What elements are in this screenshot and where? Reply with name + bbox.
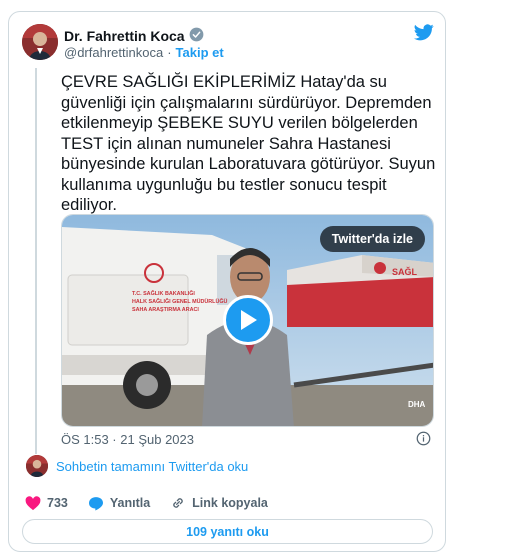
video-media[interactable]: T.C. SAĞLIK BAKANLIĞI HALK SAĞLIĞI GENEL… [61,214,434,427]
thread-line [35,68,37,454]
heart-icon [25,495,41,510]
twitter-bird-icon[interactable] [414,24,434,46]
play-icon [241,310,257,330]
conversation-row[interactable]: Sohbetin tamamını Twitter'da oku [26,455,248,477]
author-name-row: Dr. Fahrettin Koca [64,27,204,45]
conversation-avatar [26,455,48,477]
author-handle[interactable]: @drfahrettinkoca [64,45,163,60]
like-button[interactable]: 733 [25,495,68,511]
reply-icon [88,496,103,510]
reply-label: Yanıtla [109,496,151,510]
author-handle-row: @drfahrettinkoca · Takip et [64,45,224,60]
tweet-card: Dr. Fahrettin Koca @drfahrettinkoca · Ta… [8,11,446,552]
follow-button[interactable]: Takip et [176,45,224,60]
read-conversation-link[interactable]: Sohbetin tamamını Twitter'da oku [56,459,248,474]
like-count: 733 [47,496,68,510]
van-text-line-2: HALK SAĞLIĞI GENEL MÜDÜRLÜĞÜ [132,297,228,305]
read-replies-button[interactable]: 109 yanıtı oku [22,519,433,544]
van-text-line-3: SAHA ARAŞTIRMA ARACI [132,307,199,313]
van-text-line-1: T.C. SAĞLIK BAKANLIĞI [132,289,195,297]
info-icon[interactable] [416,431,431,451]
tent-text: SAĞL [392,266,418,277]
link-icon [173,498,183,508]
copy-link-label: Link kopyala [192,496,268,510]
copy-link-button[interactable]: Link kopyala [170,495,268,511]
broadcaster-watermark: DHA [408,400,426,409]
reply-button[interactable]: Yanıtla [88,496,150,511]
play-button[interactable] [223,295,273,345]
watch-on-twitter-button[interactable]: Twitter'da izle [319,226,425,252]
author-avatar[interactable] [22,24,58,60]
action-bar: 733 Yanıtla Link kopyala [25,495,288,511]
separator-dot: · [167,45,172,60]
tweet-text: ÇEVRE SAĞLIĞI EKİPLERİMİZ Hatay'da su gü… [61,73,440,214]
author-name[interactable]: Dr. Fahrettin Koca [64,28,185,44]
verified-badge-icon [189,27,204,45]
tweet-timestamp[interactable]: ÖS 1:53 · 21 Şub 2023 [61,432,194,447]
